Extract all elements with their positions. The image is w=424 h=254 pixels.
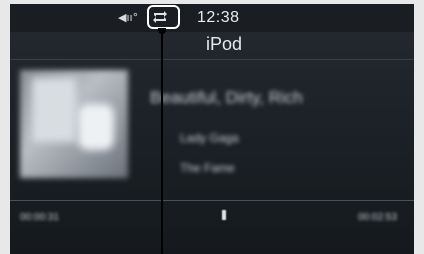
remaining-time: 00:02:53 [358,212,397,223]
head-unit-screen: ◀ıı° 12:38 iPod Beautiful, Dirty, Rich L… [10,4,414,254]
volume-icon: ◀ıı° [118,11,139,24]
progress-marker[interactable] [222,210,226,220]
clock: 12:38 [197,9,240,26]
song-title: Beautiful, Dirty, Rich [150,88,303,107]
source-title: iPod [206,34,243,54]
progress-track[interactable] [10,200,414,201]
album-name: The Fame [180,161,235,175]
album-art-shape [78,104,114,150]
callout-line [161,30,163,254]
callout-highlight [147,5,180,29]
header-divider [10,59,414,60]
album-art-shape [32,78,76,142]
elapsed-time: 00:00:31 [20,212,59,223]
status-bar: ◀ıı° 12:38 [10,4,414,32]
artist-name: Lady Gaga [180,131,239,145]
